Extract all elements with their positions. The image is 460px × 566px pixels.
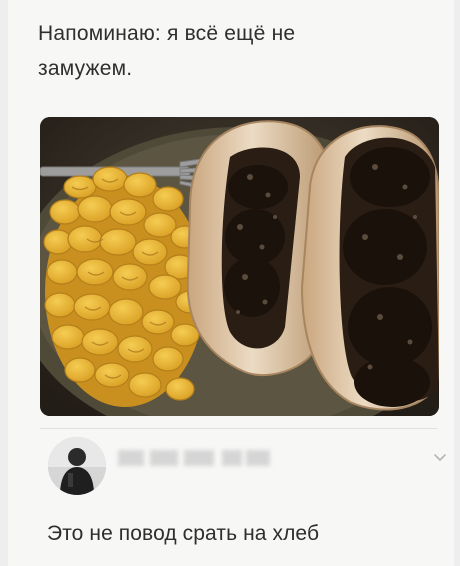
chevron-down-icon[interactable]	[432, 450, 448, 462]
reply-text: Это не повод срать на хлеб	[47, 522, 320, 545]
photo-illustration	[40, 117, 439, 416]
avatar[interactable]	[48, 437, 106, 495]
divider	[40, 428, 438, 429]
post-photo[interactable]	[40, 117, 439, 416]
avatar-image	[48, 437, 106, 495]
username-redacted	[118, 446, 272, 470]
post-text: Напоминаю: я всё ещё не замужем.	[38, 22, 296, 80]
